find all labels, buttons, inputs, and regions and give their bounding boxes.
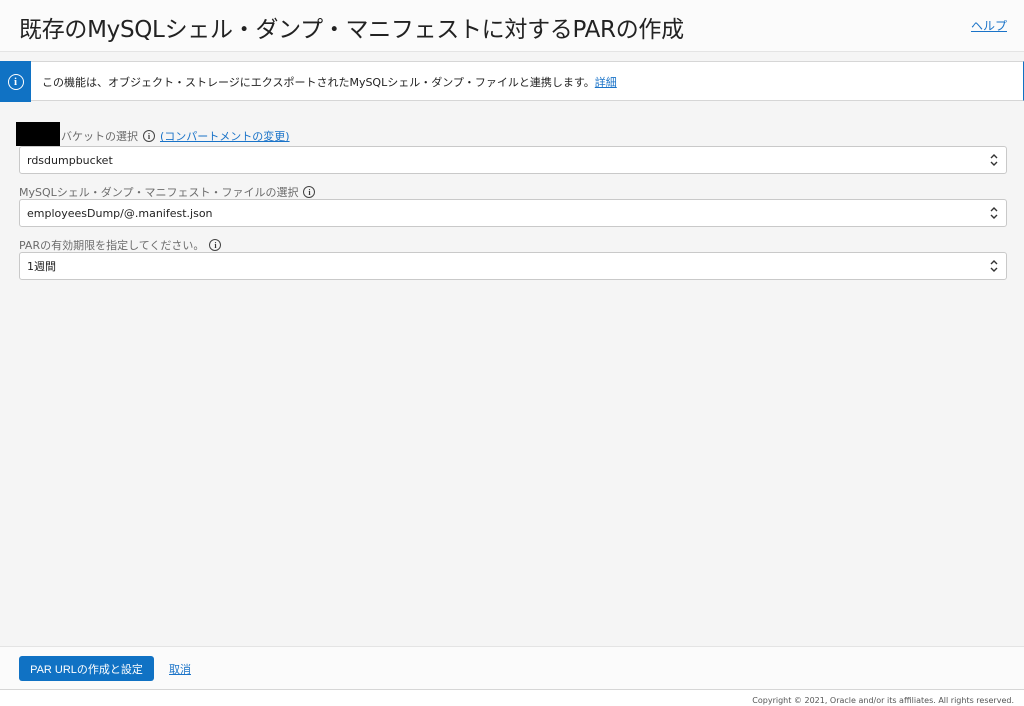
change-compartment-link[interactable]: (コンパートメントの変更) bbox=[160, 128, 290, 144]
copyright-text: Copyright © 2021, Oracle and/or its affi… bbox=[752, 696, 1014, 705]
help-info-icon[interactable]: i bbox=[303, 186, 316, 198]
redaction-block bbox=[16, 122, 60, 146]
manifest-select[interactable]: employeesDump/@.manifest.json bbox=[19, 199, 1007, 227]
info-details-link[interactable]: 詳細 bbox=[595, 76, 617, 89]
expiry-select-value: 1週間 bbox=[27, 260, 56, 273]
up-down-chevron-icon bbox=[990, 207, 998, 219]
create-par-url-button[interactable]: PAR URLの作成と設定 bbox=[19, 656, 154, 681]
bucket-select-value: rdsdumpbucket bbox=[27, 153, 113, 167]
help-info-icon[interactable]: i bbox=[209, 239, 222, 251]
page-title: 既存のMySQLシェル・ダンプ・マニフェストに対するPARの作成 bbox=[19, 17, 684, 43]
footer-action-bar: PAR URLの作成と設定 取消 bbox=[0, 646, 1024, 689]
info-banner-icon-box: i bbox=[0, 61, 31, 102]
manifest-select-value: employeesDump/@.manifest.json bbox=[27, 206, 213, 220]
info-banner-text: この機能は、オブジェクト・ストレージにエクスポートされたMySQLシェル・ダンプ… bbox=[42, 76, 595, 89]
info-banner: i この機能は、オブジェクト・ストレージにエクスポートされたMySQLシェル・ダ… bbox=[0, 61, 1024, 102]
bucket-label-text: バケットの選択 bbox=[61, 130, 138, 143]
up-down-chevron-icon bbox=[990, 154, 998, 166]
help-info-icon[interactable]: i bbox=[143, 130, 155, 142]
up-down-chevron-icon bbox=[990, 260, 998, 272]
info-banner-message: この機能は、オブジェクト・ストレージにエクスポートされたMySQLシェル・ダンプ… bbox=[42, 74, 617, 90]
expiry-select[interactable]: 1週間 bbox=[19, 252, 1007, 280]
page-header: 既存のMySQLシェル・ダンプ・マニフェストに対するPARの作成 ヘルプ bbox=[0, 0, 1024, 52]
bucket-field-label: バケットの選択 i (コンパートメントの変更) bbox=[61, 128, 290, 144]
expiry-label-text: PARの有効期限を指定してください。 bbox=[19, 239, 205, 252]
page-footer: Copyright © 2021, Oracle and/or its affi… bbox=[0, 689, 1024, 706]
help-link[interactable]: ヘルプ bbox=[971, 17, 1007, 34]
manifest-field-label: MySQLシェル・ダンプ・マニフェスト・ファイルの選択 i bbox=[19, 184, 316, 200]
manifest-label-text: MySQLシェル・ダンプ・マニフェスト・ファイルの選択 bbox=[19, 186, 299, 199]
expiry-field-label: PARの有効期限を指定してください。 i bbox=[19, 237, 222, 253]
cancel-link[interactable]: 取消 bbox=[169, 661, 191, 677]
info-circle-icon: i bbox=[7, 73, 24, 90]
bucket-select[interactable]: rdsdumpbucket bbox=[19, 146, 1007, 174]
